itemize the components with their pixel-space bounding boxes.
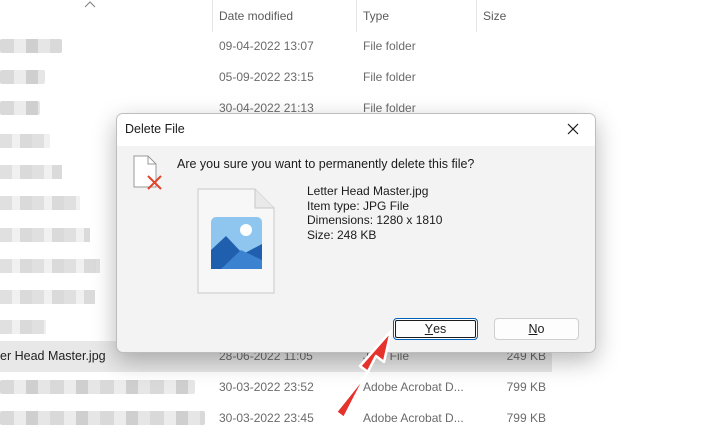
row-type: File folder xyxy=(363,70,416,84)
confirm-question: Are you sure you want to permanently del… xyxy=(177,157,475,171)
row-type: Adobe Acrobat D... xyxy=(363,411,464,425)
file-delete-icon xyxy=(131,154,167,195)
row-date: 30-03-2022 23:52 xyxy=(219,380,314,394)
blurred-name xyxy=(0,165,62,179)
blurred-name xyxy=(0,290,95,304)
blurred-name xyxy=(0,380,195,394)
table-row[interactable]: 30-03-2022 23:52 Adobe Acrobat D... 799 … xyxy=(0,372,552,403)
column-size[interactable]: Size xyxy=(477,0,552,32)
row-name: er Head Master.jpg xyxy=(0,349,106,363)
no-button[interactable]: No xyxy=(494,318,579,340)
blurred-name xyxy=(0,39,62,53)
dialog-title: Delete File xyxy=(125,122,185,136)
file-dimensions: Dimensions: 1280 x 1810 xyxy=(307,213,443,227)
row-size: 799 KB xyxy=(506,411,546,425)
no-label: o xyxy=(537,322,545,336)
table-row[interactable]: 05-09-2022 23:15 File folder xyxy=(0,62,552,93)
row-date: 09-04-2022 13:07 xyxy=(219,39,314,53)
blurred-name xyxy=(0,411,205,425)
close-icon xyxy=(567,123,579,138)
blurred-name xyxy=(0,228,90,242)
blurred-name xyxy=(0,320,46,334)
file-size: Size: 248 KB xyxy=(307,227,377,242)
file-item-type: Item type: JPG File xyxy=(307,198,410,213)
sort-up-icon xyxy=(84,0,96,12)
row-type: File folder xyxy=(363,39,416,53)
column-date-modified[interactable]: Date modified xyxy=(213,0,356,32)
close-button[interactable] xyxy=(551,114,595,146)
row-date: 30-03-2022 23:45 xyxy=(219,411,314,425)
no-mnemonic: N xyxy=(528,322,538,336)
table-row[interactable]: 09-04-2022 13:07 File folder xyxy=(0,31,552,62)
row-size: 799 KB xyxy=(506,380,546,394)
yes-label: es xyxy=(433,322,447,336)
dialog-titlebar[interactable]: Delete File xyxy=(117,114,595,146)
blurred-name xyxy=(0,134,50,148)
row-date: 05-09-2022 23:15 xyxy=(219,70,314,84)
blurred-name xyxy=(0,196,80,210)
blurred-name xyxy=(0,259,100,273)
yes-mnemonic: Y xyxy=(424,322,434,336)
file-name: Letter Head Master.jpg xyxy=(307,184,429,198)
image-file-icon xyxy=(197,188,275,297)
row-type: Adobe Acrobat D... xyxy=(363,380,464,394)
yes-button[interactable]: Yes xyxy=(393,318,478,340)
delete-file-dialog: Delete File Are you sure you want to per… xyxy=(116,113,596,353)
file-details: Letter Head Master.jpg Item type: JPG Fi… xyxy=(307,184,442,242)
blurred-name xyxy=(0,101,40,115)
column-type[interactable]: Type xyxy=(357,0,476,32)
table-row[interactable]: 30-03-2022 23:45 Adobe Acrobat D... 799 … xyxy=(0,403,552,434)
blurred-name xyxy=(0,70,45,84)
